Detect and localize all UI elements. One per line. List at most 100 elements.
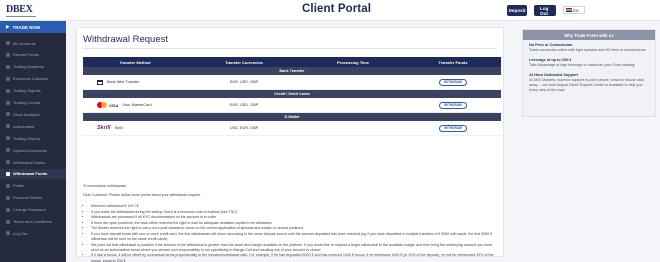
menu-icon <box>6 76 10 81</box>
sidebar-item-trading-history[interactable]: Trading History <box>0 133 66 143</box>
menu-icon <box>6 88 10 93</box>
menu-icon <box>6 219 10 224</box>
group-header: E-Wallet <box>83 113 501 121</box>
menu-icon <box>6 148 10 153</box>
notes-list: Minimum withdrawal € 100 / $If you make … <box>83 204 499 262</box>
withdraw-button[interactable]: WITHDRAW <box>439 124 467 132</box>
method-cell: Bank Wire Transfer <box>83 75 187 89</box>
sidebar-item-label: Autochartist <box>13 123 35 129</box>
sidebar-item-change-password[interactable]: Change Password <box>0 205 66 215</box>
sidebar-item-log-out[interactable]: Log Out <box>0 228 66 238</box>
group-header: Bank Transfer <box>83 67 501 75</box>
menu-icon <box>6 124 10 129</box>
method-cell: VISA Visa, MasterCard <box>83 98 187 112</box>
menu-icon <box>6 195 10 200</box>
sidebar-item-label: Personal Details <box>13 195 43 201</box>
deposit-button[interactable]: Deposit <box>507 5 527 16</box>
top-header: DBEX Client Portal Deposit Log Out EN <box>0 0 660 21</box>
sidebar-item-trading-signals[interactable]: Trading Signals <box>0 86 66 96</box>
play-icon: ▶ <box>6 24 10 29</box>
sidebar-item-my-accounts[interactable]: My Accounts <box>0 38 66 48</box>
table-header: Transfer Method Transfer Currencies Proc… <box>83 57 501 67</box>
menu-icon <box>6 160 10 164</box>
sidebar-item-deposit-funds[interactable]: Deposit Funds <box>0 50 66 60</box>
note-item: If you make the withdrawal during the st… <box>91 210 499 215</box>
sidebar-item-label: My Accounts <box>13 40 36 46</box>
sidebar-item-withdrawal-status[interactable]: Withdrawal Status <box>0 157 66 167</box>
sidebar-item-upload-documents[interactable]: Upload Documents <box>0 145 66 155</box>
transfer-cell: WITHDRAW <box>405 98 501 112</box>
sidebar-item-label: Trading History <box>13 135 40 141</box>
sidebar-item-profile[interactable]: Profile <box>0 181 66 191</box>
withdraw-button[interactable]: WITHDRAW <box>439 101 467 109</box>
sidebar-item-economic-calendar[interactable]: Economic Calendar <box>0 74 66 84</box>
logo-text: DBEX <box>6 3 33 15</box>
processing-time-cell <box>301 121 405 135</box>
bank-icon <box>97 79 103 85</box>
column-header: Transfer Currencies <box>225 59 263 65</box>
withdrawal-methods-table: Transfer Method Transfer Currencies Proc… <box>83 57 501 136</box>
card-icon: VISA <box>97 102 118 108</box>
trade-now-button[interactable]: ▶ TRADE NOW <box>0 21 66 33</box>
table-row: VISA Visa, MasterCard EUR, USD, GBP WITHDRA… <box>83 98 501 113</box>
language-label: EN <box>573 7 579 13</box>
transfer-cell: WITHDRAW <box>405 121 501 135</box>
sidebar-item-label: Trading Academy <box>13 64 44 70</box>
currencies-cell: USD, EUR, GBP <box>229 126 259 130</box>
withdrawal-notes: *0 commission withdrawals Dear Customer,… <box>83 184 499 262</box>
logout-button[interactable]: Log Out <box>534 5 556 16</box>
sidebar-item-withdrawal-funds[interactable]: Withdrawal Funds <box>0 168 66 179</box>
trade-now-label: TRADE NOW <box>12 24 41 30</box>
sidebar-item-label: Log Out <box>13 230 28 236</box>
sidebar-item-label: Stock Analytics <box>13 111 40 117</box>
processing-time-cell <box>301 98 405 112</box>
menu-icon <box>6 183 10 188</box>
language-select[interactable]: EN <box>563 6 585 14</box>
why-trade-panel: Why Trade Forex with us No Fees or Commi… <box>522 29 656 117</box>
column-header: Transfer Method <box>119 59 151 65</box>
sidebar-item-label: Trading Signals <box>13 88 41 94</box>
table-row: Skrill Skrill USD, EUR, GBP WITHDRAW <box>83 121 501 136</box>
portal-title: Client Portal <box>302 3 372 15</box>
page-title: Withdrawal Request <box>83 34 169 45</box>
sidebar: ▶ TRADE NOW My Accounts Deposit Funds Trad… <box>0 21 66 262</box>
withdraw-button[interactable]: WITHDRAW <box>439 78 467 86</box>
table-row: Bank Wire Transfer EUR, USD, GBP WITHDRAW <box>83 75 501 90</box>
why-trade-title: Why Trade Forex with us <box>523 30 655 40</box>
sidebar-item-autochartist[interactable]: Autochartist <box>0 121 66 131</box>
column-header: Processing Time <box>337 59 369 65</box>
sidebar-item-label: Terms and Conditions <box>13 219 52 224</box>
menu-icon <box>6 41 10 45</box>
sidebar-item-stock-analytics[interactable]: Stock Analytics <box>0 109 66 119</box>
transfer-cell: WITHDRAW <box>405 75 501 89</box>
menu-icon <box>6 52 10 57</box>
why-item-text: Take Advantage of high leverage to maxim… <box>529 63 636 68</box>
why-item: No Fees or Commission Trade currencies on… <box>523 40 655 55</box>
skrill-icon: Skrill <box>97 125 111 131</box>
note-item: If there are open positions, the back of… <box>91 221 499 226</box>
menu-icon <box>6 136 10 141</box>
why-item: 24 Hour Dedicated Support At DBX Markets,… <box>523 70 655 95</box>
sidebar-item-trading-central[interactable]: Trading Central <box>0 98 66 108</box>
menu-icon <box>6 207 10 212</box>
method-name: Bank Wire Transfer <box>107 80 140 84</box>
sidebar-item-label: Profile <box>13 183 25 189</box>
logo[interactable]: DBEX <box>6 3 36 17</box>
menu-icon <box>6 100 10 105</box>
currencies-cell: EUR, USD, GBP <box>229 103 259 107</box>
sidebar-item-trading-academy[interactable]: Trading Academy <box>0 62 66 72</box>
sidebar-item-label: Trading Central <box>13 100 41 105</box>
processing-time-cell <box>301 75 405 89</box>
sidebar-item-label: Withdrawal Funds <box>13 171 48 177</box>
sidebar-item-personal-details[interactable]: Personal Details <box>0 193 66 203</box>
note-item: Minimum withdrawal € 100 / $ <box>91 204 499 209</box>
why-item-text: At DBX Markets, superior support is just… <box>529 78 645 93</box>
notes-lead: Dear Customer, Please follow some points… <box>83 193 201 198</box>
method-cell: Skrill Skrill <box>83 121 187 135</box>
divider <box>83 48 497 49</box>
column-header: Transfer Funds <box>438 59 468 65</box>
flag-icon <box>566 8 572 12</box>
sidebar-item-label: Deposit Funds <box>13 52 39 58</box>
sidebar-item-terms-and-conditions[interactable]: Terms and Conditions <box>0 217 66 227</box>
note-item: We point out that withdrawal is possible… <box>91 243 499 253</box>
